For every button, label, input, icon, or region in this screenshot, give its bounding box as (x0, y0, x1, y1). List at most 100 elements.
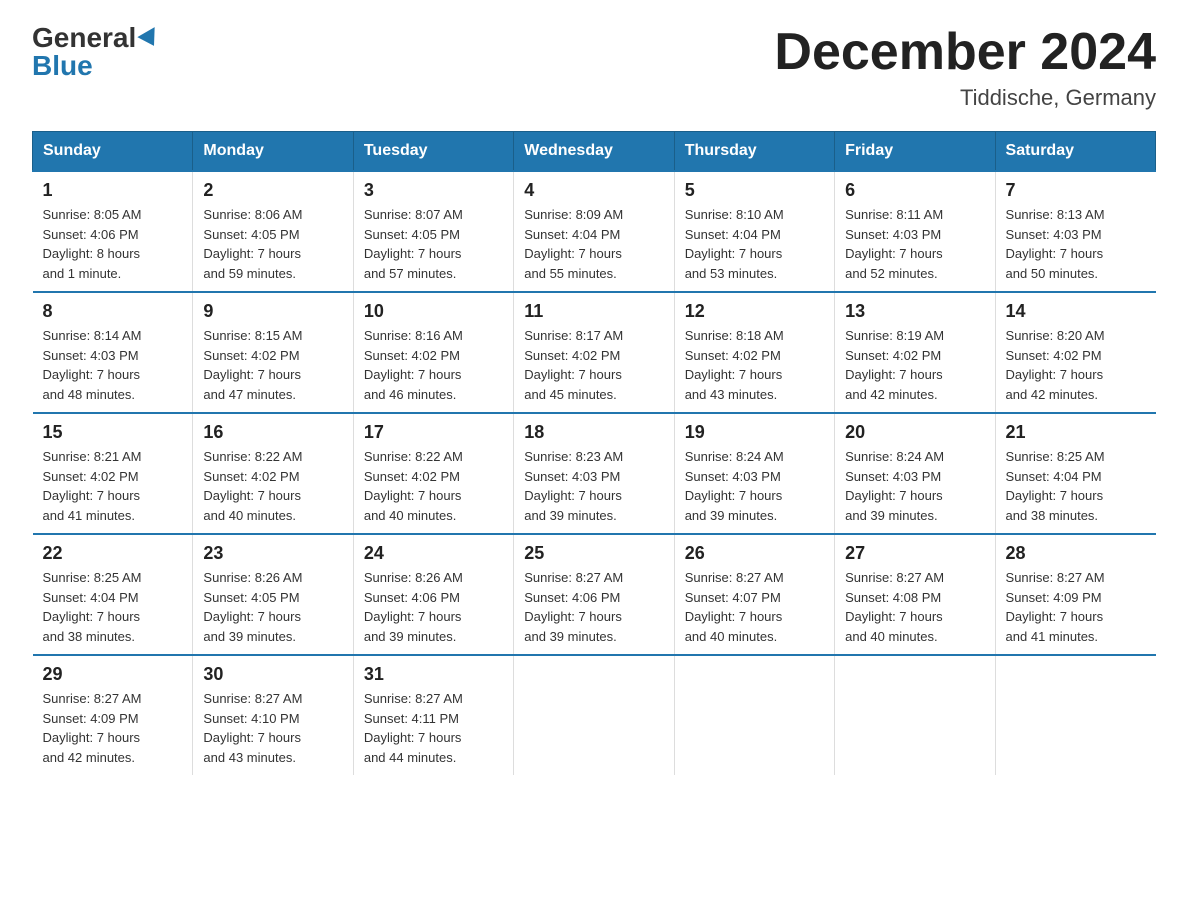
day-number: 3 (364, 180, 503, 201)
day-number: 24 (364, 543, 503, 564)
header-day-wednesday: Wednesday (514, 132, 674, 172)
day-info: Sunrise: 8:26 AMSunset: 4:05 PMDaylight:… (203, 568, 342, 646)
day-info: Sunrise: 8:11 AMSunset: 4:03 PMDaylight:… (845, 205, 984, 283)
calendar-cell: 15 Sunrise: 8:21 AMSunset: 4:02 PMDaylig… (33, 413, 193, 534)
day-info: Sunrise: 8:25 AMSunset: 4:04 PMDaylight:… (1006, 447, 1146, 525)
calendar-cell: 5 Sunrise: 8:10 AMSunset: 4:04 PMDayligh… (674, 171, 834, 292)
week-row-5: 29 Sunrise: 8:27 AMSunset: 4:09 PMDaylig… (33, 655, 1156, 775)
day-number: 31 (364, 664, 503, 685)
day-number: 8 (43, 301, 183, 322)
header-day-tuesday: Tuesday (353, 132, 513, 172)
day-info: Sunrise: 8:21 AMSunset: 4:02 PMDaylight:… (43, 447, 183, 525)
calendar-cell: 14 Sunrise: 8:20 AMSunset: 4:02 PMDaylig… (995, 292, 1155, 413)
calendar-cell: 28 Sunrise: 8:27 AMSunset: 4:09 PMDaylig… (995, 534, 1155, 655)
day-info: Sunrise: 8:25 AMSunset: 4:04 PMDaylight:… (43, 568, 183, 646)
calendar-cell (674, 655, 834, 775)
header-day-thursday: Thursday (674, 132, 834, 172)
day-number: 10 (364, 301, 503, 322)
header-row: SundayMondayTuesdayWednesdayThursdayFrid… (33, 132, 1156, 172)
calendar-cell: 6 Sunrise: 8:11 AMSunset: 4:03 PMDayligh… (835, 171, 995, 292)
day-info: Sunrise: 8:09 AMSunset: 4:04 PMDaylight:… (524, 205, 663, 283)
day-number: 13 (845, 301, 984, 322)
day-info: Sunrise: 8:10 AMSunset: 4:04 PMDaylight:… (685, 205, 824, 283)
calendar-cell: 21 Sunrise: 8:25 AMSunset: 4:04 PMDaylig… (995, 413, 1155, 534)
calendar-cell: 25 Sunrise: 8:27 AMSunset: 4:06 PMDaylig… (514, 534, 674, 655)
calendar-cell (835, 655, 995, 775)
calendar-cell: 31 Sunrise: 8:27 AMSunset: 4:11 PMDaylig… (353, 655, 513, 775)
day-info: Sunrise: 8:22 AMSunset: 4:02 PMDaylight:… (203, 447, 342, 525)
calendar-cell: 11 Sunrise: 8:17 AMSunset: 4:02 PMDaylig… (514, 292, 674, 413)
day-info: Sunrise: 8:18 AMSunset: 4:02 PMDaylight:… (685, 326, 824, 404)
logo-triangle-icon (138, 27, 163, 51)
day-number: 7 (1006, 180, 1146, 201)
week-row-4: 22 Sunrise: 8:25 AMSunset: 4:04 PMDaylig… (33, 534, 1156, 655)
day-number: 1 (43, 180, 183, 201)
month-title: December 2024 (774, 24, 1156, 81)
calendar-cell: 12 Sunrise: 8:18 AMSunset: 4:02 PMDaylig… (674, 292, 834, 413)
day-info: Sunrise: 8:05 AMSunset: 4:06 PMDaylight:… (43, 205, 183, 283)
day-number: 15 (43, 422, 183, 443)
day-number: 19 (685, 422, 824, 443)
day-info: Sunrise: 8:19 AMSunset: 4:02 PMDaylight:… (845, 326, 984, 404)
calendar-cell: 27 Sunrise: 8:27 AMSunset: 4:08 PMDaylig… (835, 534, 995, 655)
day-info: Sunrise: 8:07 AMSunset: 4:05 PMDaylight:… (364, 205, 503, 283)
day-number: 29 (43, 664, 183, 685)
logo-general: General (32, 22, 136, 53)
title-area: December 2024 Tiddische, Germany (774, 24, 1156, 111)
day-info: Sunrise: 8:22 AMSunset: 4:02 PMDaylight:… (364, 447, 503, 525)
calendar-cell: 23 Sunrise: 8:26 AMSunset: 4:05 PMDaylig… (193, 534, 353, 655)
logo-text: General (32, 24, 160, 52)
header-day-saturday: Saturday (995, 132, 1155, 172)
calendar-cell: 13 Sunrise: 8:19 AMSunset: 4:02 PMDaylig… (835, 292, 995, 413)
calendar-cell: 3 Sunrise: 8:07 AMSunset: 4:05 PMDayligh… (353, 171, 513, 292)
day-info: Sunrise: 8:06 AMSunset: 4:05 PMDaylight:… (203, 205, 342, 283)
calendar-cell: 4 Sunrise: 8:09 AMSunset: 4:04 PMDayligh… (514, 171, 674, 292)
calendar-cell: 24 Sunrise: 8:26 AMSunset: 4:06 PMDaylig… (353, 534, 513, 655)
calendar-cell: 29 Sunrise: 8:27 AMSunset: 4:09 PMDaylig… (33, 655, 193, 775)
week-row-1: 1 Sunrise: 8:05 AMSunset: 4:06 PMDayligh… (33, 171, 1156, 292)
calendar-cell: 8 Sunrise: 8:14 AMSunset: 4:03 PMDayligh… (33, 292, 193, 413)
day-number: 23 (203, 543, 342, 564)
day-info: Sunrise: 8:27 AMSunset: 4:08 PMDaylight:… (845, 568, 984, 646)
day-number: 26 (685, 543, 824, 564)
day-number: 30 (203, 664, 342, 685)
day-number: 11 (524, 301, 663, 322)
calendar-cell: 17 Sunrise: 8:22 AMSunset: 4:02 PMDaylig… (353, 413, 513, 534)
header: General Blue December 2024 Tiddische, Ge… (32, 24, 1156, 111)
day-info: Sunrise: 8:24 AMSunset: 4:03 PMDaylight:… (845, 447, 984, 525)
calendar-cell: 22 Sunrise: 8:25 AMSunset: 4:04 PMDaylig… (33, 534, 193, 655)
day-info: Sunrise: 8:27 AMSunset: 4:06 PMDaylight:… (524, 568, 663, 646)
calendar-cell: 2 Sunrise: 8:06 AMSunset: 4:05 PMDayligh… (193, 171, 353, 292)
calendar-cell: 1 Sunrise: 8:05 AMSunset: 4:06 PMDayligh… (33, 171, 193, 292)
calendar-cell: 9 Sunrise: 8:15 AMSunset: 4:02 PMDayligh… (193, 292, 353, 413)
day-number: 9 (203, 301, 342, 322)
calendar-cell (995, 655, 1155, 775)
day-info: Sunrise: 8:27 AMSunset: 4:09 PMDaylight:… (43, 689, 183, 767)
week-row-2: 8 Sunrise: 8:14 AMSunset: 4:03 PMDayligh… (33, 292, 1156, 413)
location: Tiddische, Germany (774, 85, 1156, 111)
day-number: 27 (845, 543, 984, 564)
logo: General Blue (32, 24, 160, 80)
day-info: Sunrise: 8:15 AMSunset: 4:02 PMDaylight:… (203, 326, 342, 404)
day-info: Sunrise: 8:27 AMSunset: 4:11 PMDaylight:… (364, 689, 503, 767)
calendar-cell: 30 Sunrise: 8:27 AMSunset: 4:10 PMDaylig… (193, 655, 353, 775)
calendar-cell: 10 Sunrise: 8:16 AMSunset: 4:02 PMDaylig… (353, 292, 513, 413)
calendar-cell: 18 Sunrise: 8:23 AMSunset: 4:03 PMDaylig… (514, 413, 674, 534)
calendar-cell: 7 Sunrise: 8:13 AMSunset: 4:03 PMDayligh… (995, 171, 1155, 292)
day-number: 5 (685, 180, 824, 201)
day-number: 6 (845, 180, 984, 201)
calendar-cell: 19 Sunrise: 8:24 AMSunset: 4:03 PMDaylig… (674, 413, 834, 534)
calendar-cell: 16 Sunrise: 8:22 AMSunset: 4:02 PMDaylig… (193, 413, 353, 534)
day-number: 17 (364, 422, 503, 443)
day-number: 16 (203, 422, 342, 443)
day-info: Sunrise: 8:26 AMSunset: 4:06 PMDaylight:… (364, 568, 503, 646)
day-number: 21 (1006, 422, 1146, 443)
logo-blue: Blue (32, 52, 93, 80)
day-info: Sunrise: 8:23 AMSunset: 4:03 PMDaylight:… (524, 447, 663, 525)
day-info: Sunrise: 8:27 AMSunset: 4:07 PMDaylight:… (685, 568, 824, 646)
day-number: 22 (43, 543, 183, 564)
calendar-cell: 20 Sunrise: 8:24 AMSunset: 4:03 PMDaylig… (835, 413, 995, 534)
week-row-3: 15 Sunrise: 8:21 AMSunset: 4:02 PMDaylig… (33, 413, 1156, 534)
day-number: 4 (524, 180, 663, 201)
day-info: Sunrise: 8:27 AMSunset: 4:09 PMDaylight:… (1006, 568, 1146, 646)
